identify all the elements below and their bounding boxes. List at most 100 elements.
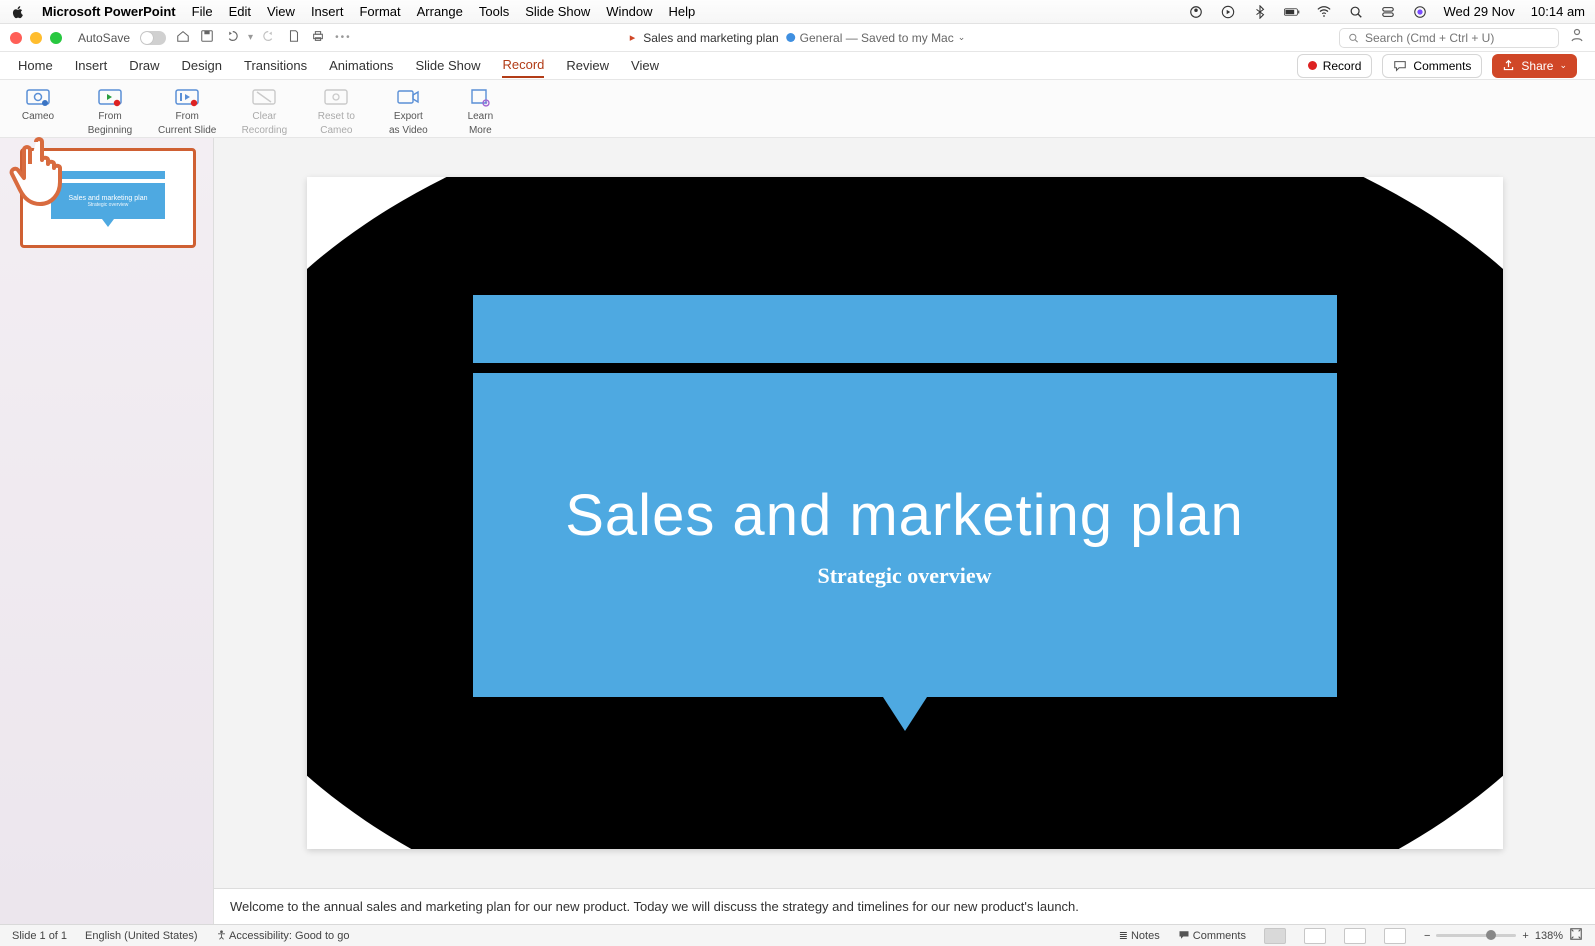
autosave-label: AutoSave <box>78 31 130 45</box>
spotlight-icon[interactable] <box>1348 4 1364 20</box>
apple-icon[interactable] <box>10 4 26 20</box>
view-slideshow-button[interactable] <box>1384 928 1406 944</box>
menu-format[interactable]: Format <box>359 4 400 19</box>
sensitivity-dot-icon <box>787 33 796 42</box>
window-minimize-button[interactable] <box>30 32 42 44</box>
tool-cameo[interactable]: Cameo <box>14 86 62 122</box>
tab-review[interactable]: Review <box>566 54 609 77</box>
share-button[interactable]: Share ⌄ <box>1492 54 1577 78</box>
thumb-subtitle: Strategic overview <box>88 202 129 208</box>
slide-top-bar[interactable] <box>473 295 1337 363</box>
tab-view[interactable]: View <box>631 54 659 77</box>
play-status-icon[interactable] <box>1220 4 1236 20</box>
tab-animations[interactable]: Animations <box>329 54 393 77</box>
print-icon[interactable] <box>311 29 325 46</box>
comment-icon <box>1393 59 1407 73</box>
undo-icon[interactable] <box>224 29 238 46</box>
zoom-out-button[interactable]: − <box>1424 930 1430 942</box>
record-button[interactable]: Record <box>1297 54 1373 78</box>
tool-from-beginning[interactable]: From Beginning <box>86 86 134 136</box>
menu-insert[interactable]: Insert <box>311 4 344 19</box>
comment-icon <box>1178 929 1190 941</box>
view-normal-button[interactable] <box>1264 928 1286 944</box>
search-input[interactable] <box>1339 28 1559 48</box>
tab-transitions[interactable]: Transitions <box>244 54 307 77</box>
comments-button[interactable]: Comments <box>1382 54 1482 78</box>
mac-menubar: Microsoft PowerPoint File Edit View Inse… <box>0 0 1595 24</box>
tool-reset-cameo: Reset to Cameo <box>312 86 360 136</box>
tab-home[interactable]: Home <box>18 54 53 77</box>
slide-canvas-wrapper[interactable]: Sales and marketing plan Strategic overv… <box>214 138 1595 888</box>
menu-file[interactable]: File <box>192 4 213 19</box>
thumb-title: Sales and marketing plan <box>69 195 148 202</box>
fit-to-window-button[interactable] <box>1569 927 1583 944</box>
tab-insert[interactable]: Insert <box>75 54 108 77</box>
autosave-toggle[interactable] <box>140 31 166 45</box>
menu-view[interactable]: View <box>267 4 295 19</box>
file-new-icon[interactable] <box>287 29 301 46</box>
menu-arrange[interactable]: Arrange <box>417 4 463 19</box>
zoom-in-button[interactable]: + <box>1522 930 1528 942</box>
zoom-control[interactable]: − + 138% <box>1424 927 1583 944</box>
notes-text[interactable]: Welcome to the annual sales and marketin… <box>230 899 1079 914</box>
view-sorter-button[interactable] <box>1304 928 1326 944</box>
wifi-icon[interactable] <box>1316 4 1332 20</box>
ribbon-toolbar: Cameo From Beginning From Current Slide … <box>0 80 1595 138</box>
tab-record[interactable]: Record <box>502 53 544 78</box>
tab-slideshow[interactable]: Slide Show <box>415 54 480 77</box>
zoom-slider[interactable] <box>1436 934 1516 937</box>
menubar-date[interactable]: Wed 29 Nov <box>1444 4 1515 19</box>
tab-design[interactable]: Design <box>182 54 222 77</box>
tab-draw[interactable]: Draw <box>129 54 159 77</box>
menubar-time[interactable]: 10:14 am <box>1531 4 1585 19</box>
menu-tools[interactable]: Tools <box>479 4 509 19</box>
status-comments-toggle[interactable]: Comments <box>1178 929 1246 942</box>
tool-learn-more[interactable]: ? Learn More <box>456 86 504 136</box>
search-icon <box>1348 32 1359 44</box>
clear-recording-icon <box>251 86 277 108</box>
siri-icon[interactable] <box>1412 4 1428 20</box>
status-language[interactable]: English (United States) <box>85 930 198 942</box>
menu-help[interactable]: Help <box>669 4 696 19</box>
account-icon[interactable] <box>1569 27 1585 48</box>
chevron-down-icon: ⌄ <box>958 32 966 43</box>
zoom-percent[interactable]: 138% <box>1535 930 1563 942</box>
slide-title-text[interactable]: Sales and marketing plan <box>565 482 1244 549</box>
svg-text:?: ? <box>485 102 488 108</box>
speaker-notes[interactable]: Welcome to the annual sales and marketin… <box>214 888 1595 924</box>
view-reading-button[interactable] <box>1344 928 1366 944</box>
slide-thumbnail-1[interactable]: Sales and marketing plan Strategic overv… <box>20 148 196 248</box>
control-center-icon[interactable] <box>1380 4 1396 20</box>
learn-more-icon: ? <box>467 86 493 108</box>
slide-callout-pointer <box>883 697 927 731</box>
status-slide-count[interactable]: Slide 1 of 1 <box>12 930 67 942</box>
app-window: AutoSave ▾ ••• ▸ Sales and marketing pla… <box>0 24 1595 946</box>
window-maximize-button[interactable] <box>50 32 62 44</box>
status-notes-toggle[interactable]: ≣ Notes <box>1119 929 1160 942</box>
more-qa-icon[interactable]: ••• <box>335 32 352 43</box>
home-icon[interactable] <box>176 29 190 46</box>
window-close-button[interactable] <box>10 32 22 44</box>
slide-canvas[interactable]: Sales and marketing plan Strategic overv… <box>307 177 1503 849</box>
slide-subtitle-text[interactable]: Strategic overview <box>817 563 991 589</box>
redo-icon[interactable] <box>263 29 277 46</box>
search-field[interactable] <box>1365 31 1550 45</box>
menu-window[interactable]: Window <box>606 4 652 19</box>
bluetooth-icon[interactable] <box>1252 4 1268 20</box>
export-video-icon <box>395 86 421 108</box>
tool-from-current[interactable]: From Current Slide <box>158 86 216 136</box>
tool-export-video[interactable]: Export as Video <box>384 86 432 136</box>
menu-edit[interactable]: Edit <box>229 4 251 19</box>
teams-icon[interactable] <box>1188 4 1204 20</box>
slide-title-box[interactable]: Sales and marketing plan Strategic overv… <box>473 373 1337 697</box>
sensitivity-label[interactable]: General — Saved to my Mac ⌄ <box>787 31 966 45</box>
slide-thumbnail-panel: Sales and marketing plan Strategic overv… <box>0 138 214 924</box>
undo-dropdown-icon[interactable]: ▾ <box>248 32 253 43</box>
status-accessibility[interactable]: Accessibility: Good to go <box>216 929 350 942</box>
save-icon[interactable] <box>200 29 214 46</box>
menu-slideshow[interactable]: Slide Show <box>525 4 590 19</box>
accessibility-icon <box>216 929 227 940</box>
battery-icon[interactable] <box>1284 4 1300 20</box>
ribbon-tabs: Home Insert Draw Design Transitions Anim… <box>0 52 1595 80</box>
app-name[interactable]: Microsoft PowerPoint <box>42 4 176 19</box>
